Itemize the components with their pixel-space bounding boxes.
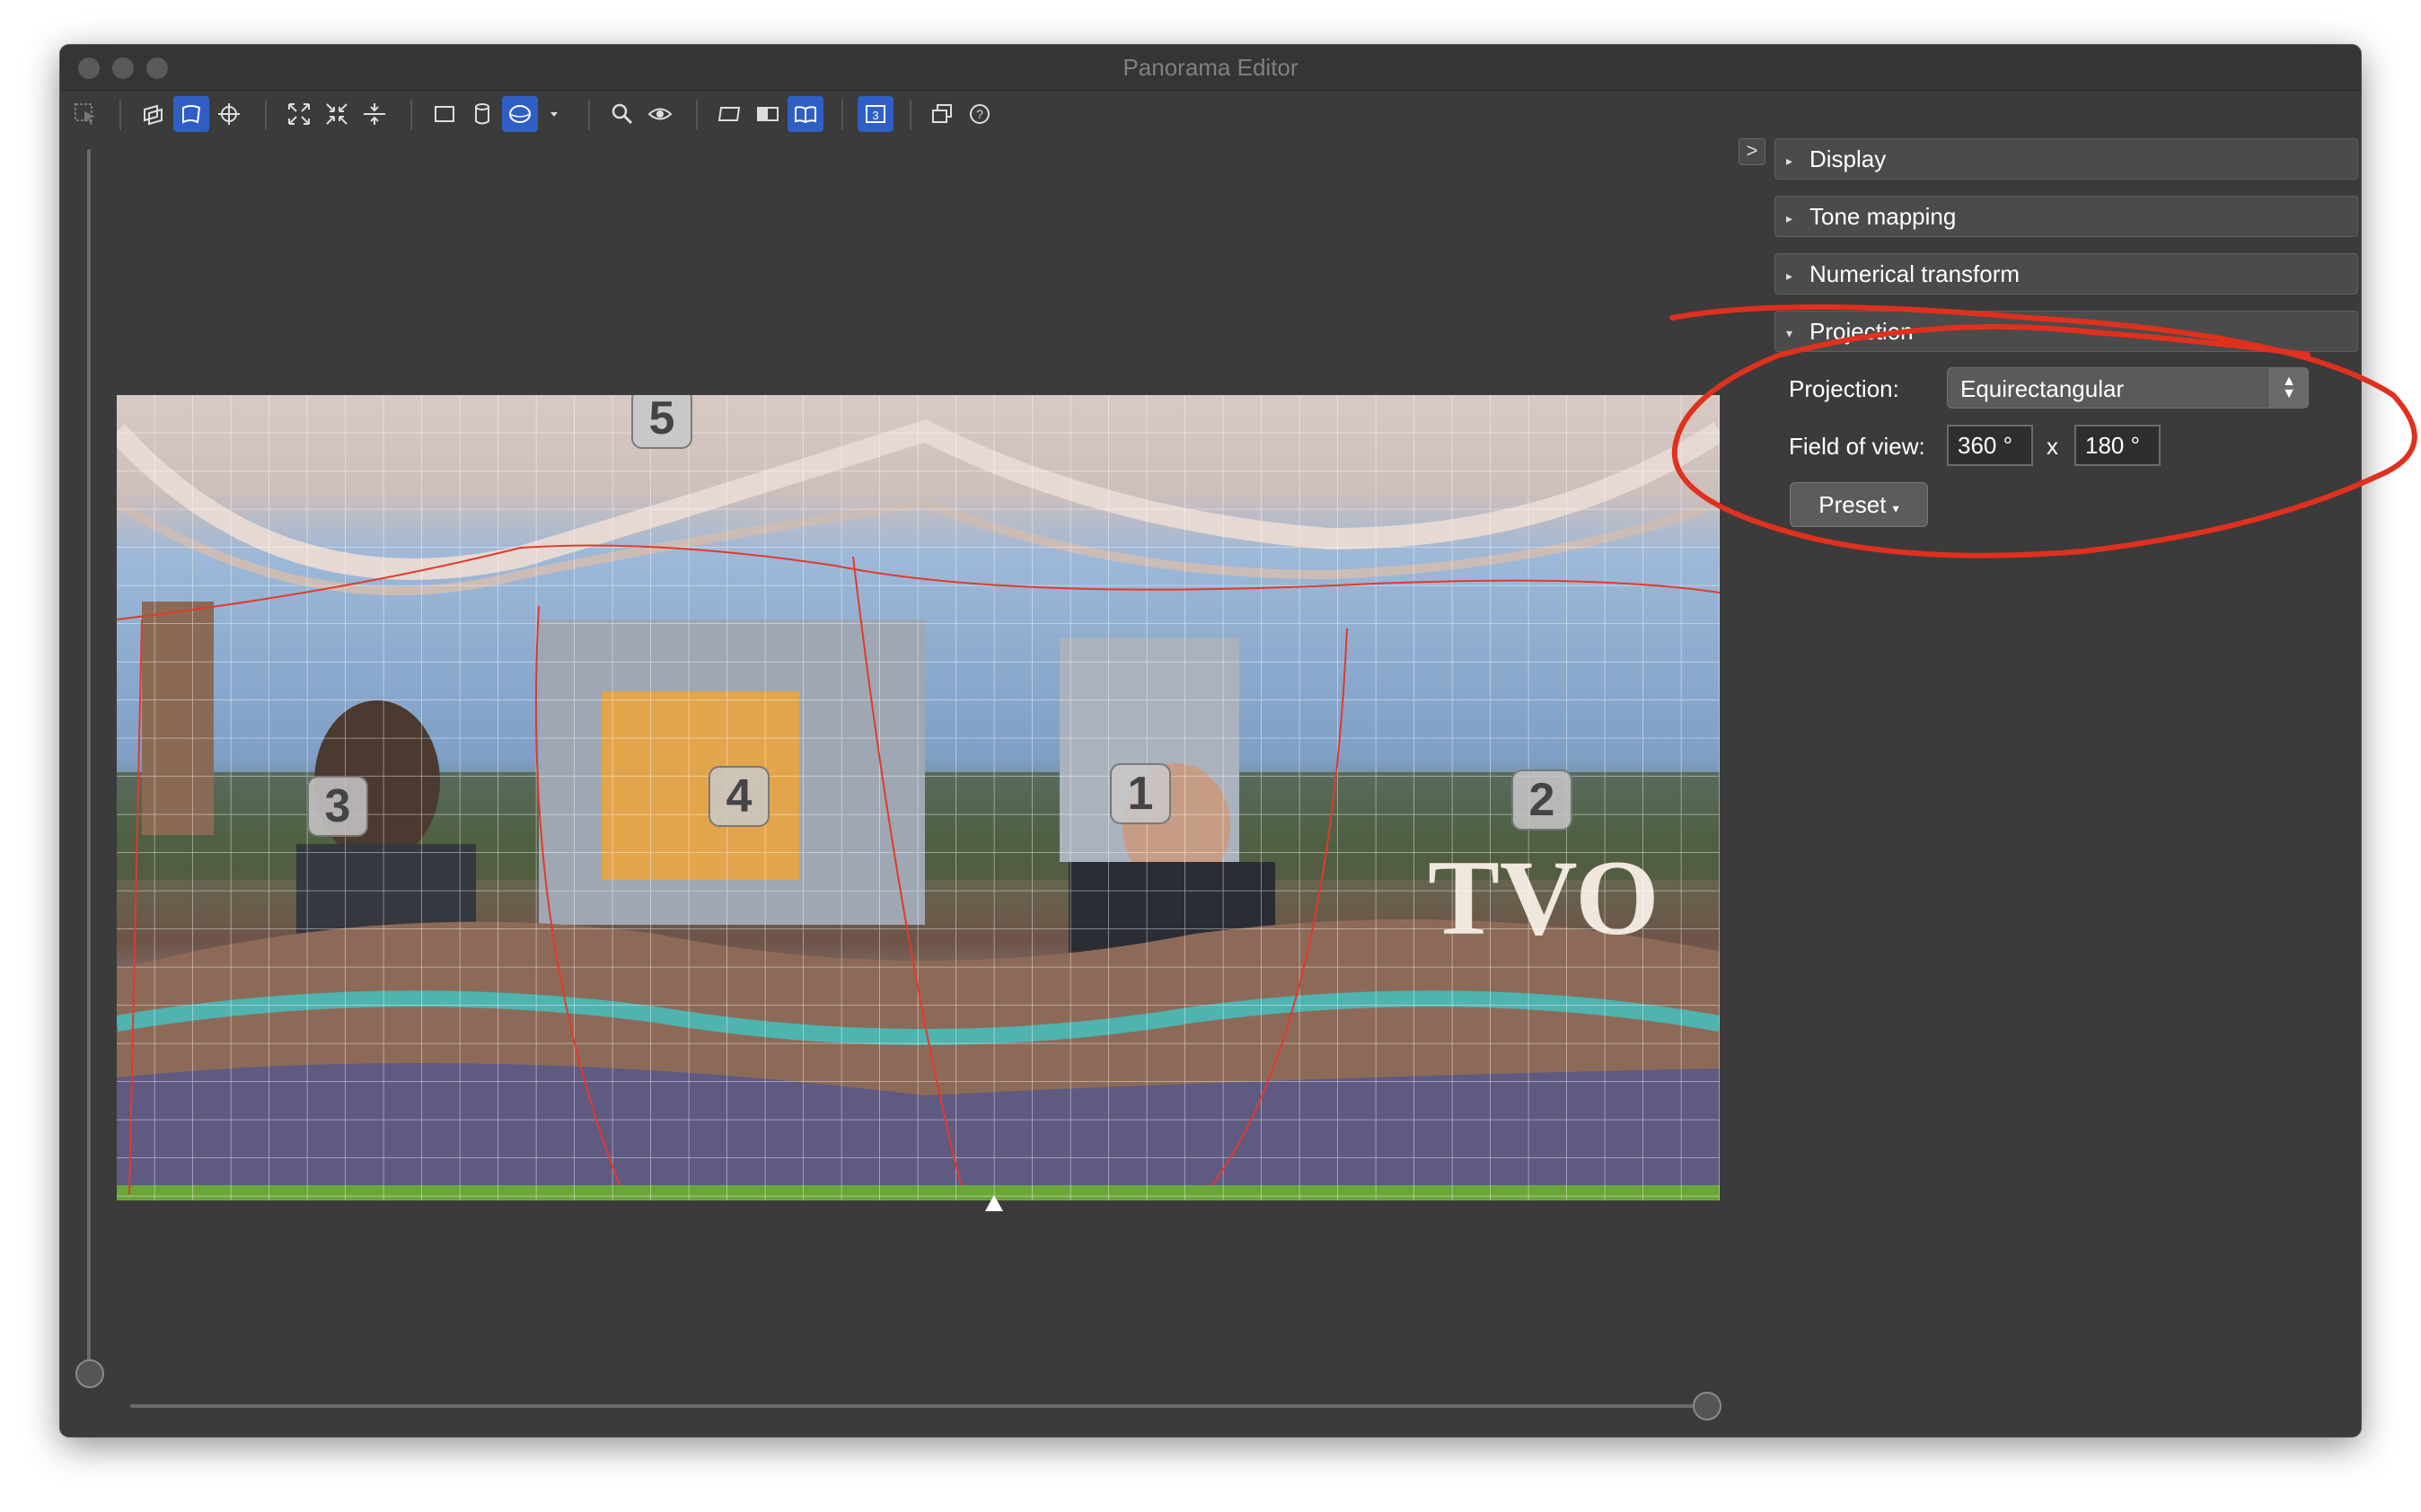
layers-move-icon[interactable]	[136, 96, 172, 132]
section-label: Numerical transform	[1809, 260, 2020, 287]
layout-left-icon[interactable]	[712, 96, 748, 132]
vertical-slider-handle[interactable]	[75, 1359, 104, 1388]
fov-horizontal-field[interactable]: 360 °	[1947, 425, 2033, 466]
preset-button[interactable]: Preset ▾	[1790, 482, 1928, 527]
drag-image-icon[interactable]	[173, 96, 209, 132]
projection-section-header[interactable]: ▾ Projection	[1774, 311, 2358, 352]
panel-toggle-button[interactable]: >	[1739, 138, 1765, 165]
panorama-preview-image[interactable]: TVO 5 3 4 1 2	[117, 395, 1720, 1200]
fit-shrink-icon[interactable]	[319, 96, 355, 132]
horizontal-slider-track[interactable]	[130, 1404, 1711, 1408]
image-number-marker[interactable]: 3	[307, 776, 368, 837]
display-section-header[interactable]: ▸ Display	[1774, 138, 2358, 180]
section-label: Display	[1809, 145, 1887, 172]
image-number-marker[interactable]: 2	[1511, 769, 1572, 831]
center-point-arrow-icon[interactable]	[985, 1195, 1003, 1211]
straighten-icon[interactable]	[357, 96, 392, 132]
disclosure-triangle-icon: ▸	[1786, 211, 1793, 226]
crosshair-icon[interactable]	[211, 96, 247, 132]
layout-book-icon[interactable]	[788, 96, 823, 132]
stack-windows-icon[interactable]	[924, 96, 960, 132]
fit-expand-icon[interactable]	[281, 96, 317, 132]
preview-canvas[interactable]: TVO 5 3 4 1 2	[60, 140, 1730, 1437]
svg-text:3: 3	[872, 109, 878, 122]
horizontal-slider-handle[interactable]	[1693, 1392, 1721, 1420]
help-icon[interactable]: ?	[962, 96, 998, 132]
chevron-down-icon: ▾	[1892, 501, 1899, 515]
fov-separator: x	[2047, 433, 2058, 460]
vertical-slider-track[interactable]	[87, 149, 91, 1370]
image-number-marker[interactable]: 4	[709, 766, 770, 827]
select-stepper-icon: ▲ ▼	[2269, 368, 2308, 408]
section-label: Tone mapping	[1809, 203, 1957, 230]
section-label: Projection	[1809, 318, 1914, 345]
projection-select[interactable]: Equirectangular ▲ ▼	[1947, 367, 2309, 409]
rectilinear-icon[interactable]	[427, 96, 462, 132]
toolbar: 3 ?	[60, 91, 2361, 140]
field-of-view-label: Field of view:	[1789, 433, 1925, 460]
disclosure-triangle-icon: ▾	[1786, 326, 1793, 341]
cylindrical-icon[interactable]	[464, 96, 500, 132]
layout-split-icon[interactable]	[750, 96, 786, 132]
image-number-marker[interactable]: 1	[1110, 763, 1171, 824]
projection-label: Projection:	[1789, 375, 1899, 402]
preset-label: Preset	[1818, 491, 1887, 518]
panorama-editor-window: Panorama Editor 3 ? 5 3 4 1 2 > ▸ Displa…	[60, 45, 2361, 1437]
fov-vertical-field[interactable]: 180 °	[2074, 425, 2161, 466]
select-arrow-icon[interactable]	[67, 96, 103, 132]
zoom-icon[interactable]	[604, 96, 640, 132]
numerical-transform-section-header[interactable]: ▸ Numerical transform	[1774, 253, 2358, 294]
projection-select-value: Equirectangular	[1960, 375, 2125, 402]
disclosure-triangle-icon: ▸	[1786, 154, 1793, 169]
numbered-view-icon[interactable]: 3	[858, 96, 894, 132]
image-number-marker[interactable]: 5	[631, 395, 692, 449]
svg-text:?: ?	[976, 107, 983, 121]
disclosure-triangle-icon: ▸	[1786, 268, 1793, 284]
title-bar: Panorama Editor	[60, 45, 2361, 91]
tone-mapping-section-header[interactable]: ▸ Tone mapping	[1774, 196, 2358, 237]
dropdown-arrow-icon[interactable]	[536, 96, 572, 132]
window-title: Panorama Editor	[1122, 54, 1299, 81]
spherical-icon[interactable]	[502, 96, 538, 132]
preview-eye-icon[interactable]	[642, 96, 678, 132]
